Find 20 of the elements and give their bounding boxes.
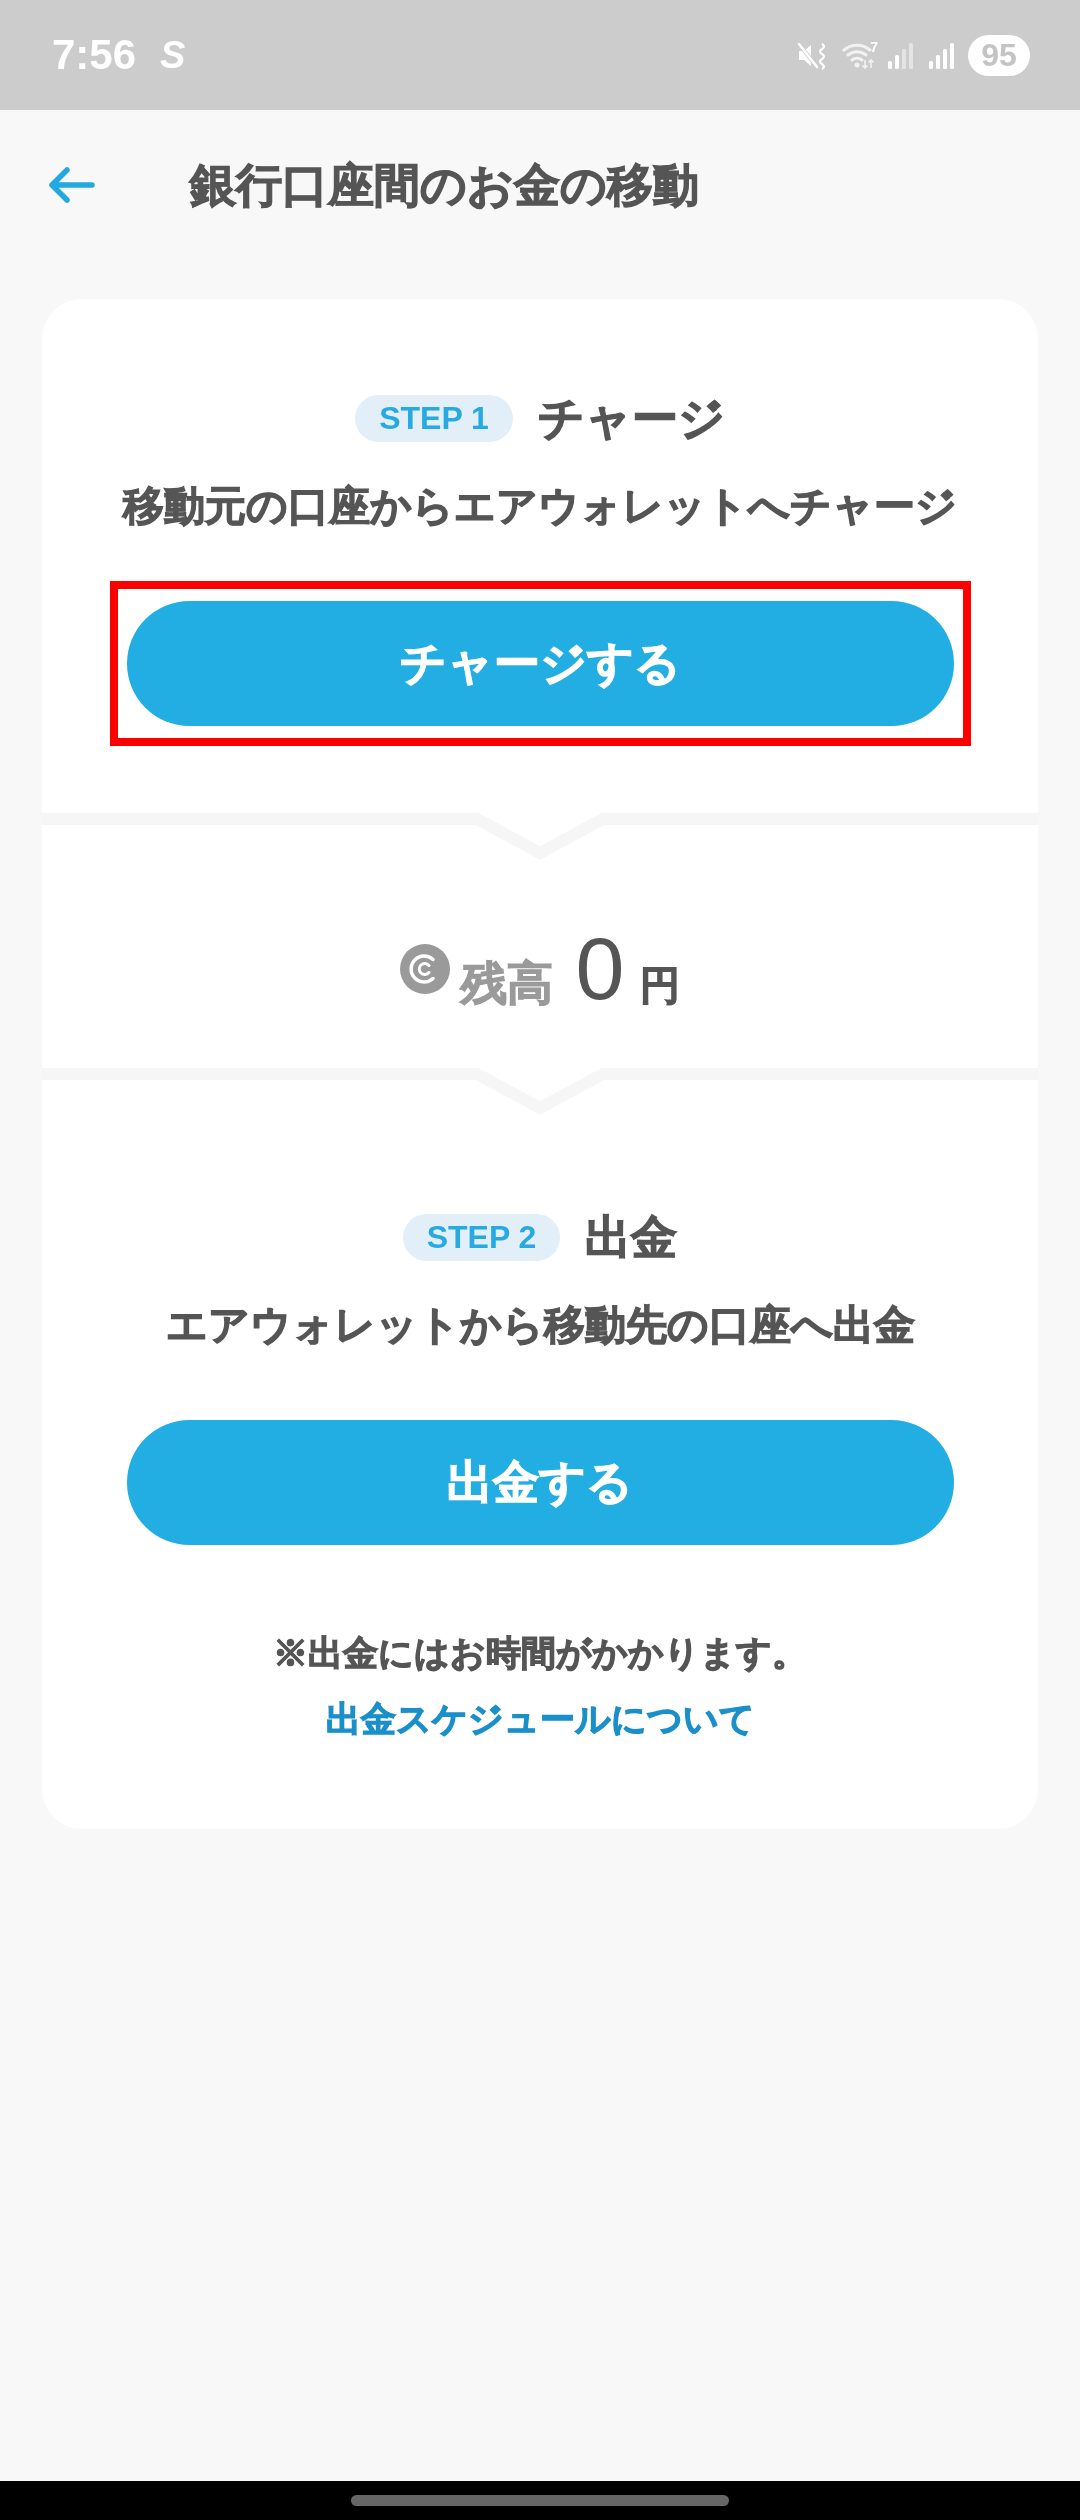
page-title: 銀行口座間のお金の移動 bbox=[190, 162, 699, 208]
signal-icon bbox=[886, 40, 915, 70]
back-button[interactable] bbox=[48, 166, 96, 204]
schedule-link[interactable]: 出金スケジュールについて bbox=[325, 1697, 755, 1741]
currency-unit: 円 bbox=[640, 964, 681, 1005]
step-badge: STEP 1 bbox=[355, 394, 513, 442]
step-description: 移動元の口座からエアウォレットへチャージ bbox=[123, 482, 957, 531]
note-text: ※出金にはお時間がかかります。 bbox=[273, 1632, 807, 1674]
balance-label: 残高 bbox=[460, 959, 553, 1006]
action-button[interactable]: 出金する bbox=[126, 1420, 954, 1545]
step-title: 出金 bbox=[585, 1214, 678, 1260]
step-badge: STEP 2 bbox=[402, 1213, 561, 1261]
action-button[interactable]: チャージする bbox=[126, 601, 954, 726]
battery-indicator: 95 bbox=[968, 34, 1030, 76]
coin-icon bbox=[399, 943, 450, 994]
step-title: チャージ bbox=[537, 395, 725, 441]
step-description: エアウォレットから移動先の口座へ出金 bbox=[165, 1301, 915, 1350]
back-arrow-icon bbox=[48, 166, 96, 204]
signal-icon bbox=[927, 40, 956, 70]
balance-amount: 0 bbox=[575, 924, 625, 1013]
